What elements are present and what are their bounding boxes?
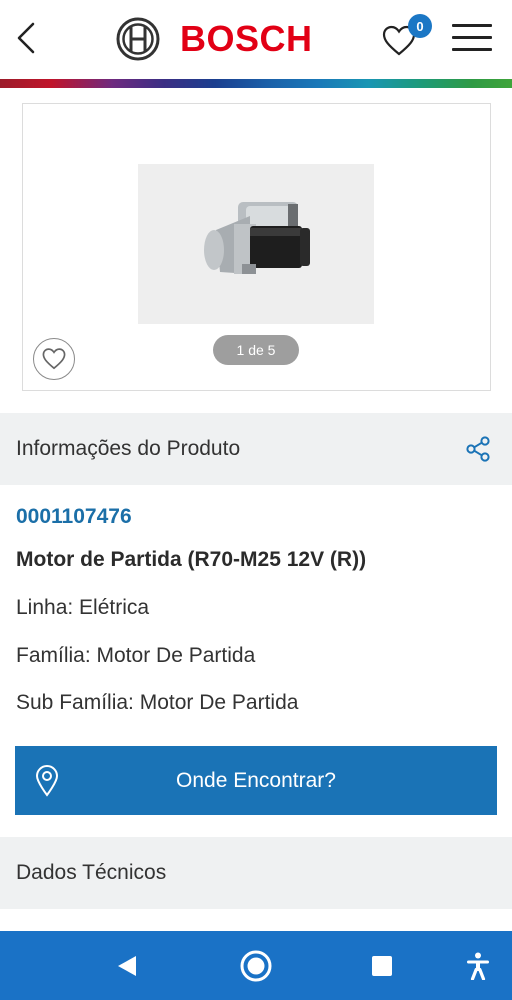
product-code: 0001107476 bbox=[16, 505, 132, 528]
product-name: Motor de Partida (R70-M25 12V (R)) bbox=[16, 548, 367, 571]
menu-line bbox=[452, 36, 492, 39]
product-image[interactable] bbox=[138, 164, 374, 324]
bosch-logo[interactable]: BOSCH bbox=[116, 16, 313, 62]
product-info-title: Informações do Produto bbox=[16, 437, 241, 460]
technical-data-title: Dados Técnicos bbox=[16, 861, 167, 884]
back-triangle-icon bbox=[118, 955, 136, 976]
chevron-left-icon bbox=[17, 22, 35, 54]
menu-line bbox=[452, 24, 492, 27]
brand-color-stripe bbox=[0, 79, 512, 88]
share-icon bbox=[466, 436, 490, 462]
share-button[interactable] bbox=[464, 435, 492, 463]
app-header: BOSCH 0 bbox=[0, 0, 512, 78]
where-to-find-button[interactable]: Onde Encontrar? bbox=[15, 746, 497, 815]
favorites-button[interactable]: 0 bbox=[382, 14, 432, 60]
accessibility-button[interactable] bbox=[458, 931, 498, 1000]
product-family: Família: Motor De Partida bbox=[16, 644, 256, 667]
bosch-armature-icon bbox=[116, 17, 160, 61]
technical-data-header[interactable]: Dados Técnicos bbox=[0, 837, 512, 909]
add-to-wishlist-button[interactable] bbox=[33, 338, 75, 380]
system-home-button[interactable] bbox=[234, 931, 278, 1000]
home-circle-icon bbox=[240, 950, 272, 981]
starter-motor-image bbox=[204, 202, 310, 274]
where-to-find-label: Onde Encontrar? bbox=[176, 768, 336, 792]
system-navigation-bar bbox=[0, 931, 512, 1000]
product-subfamily: Sub Família: Motor De Partida bbox=[16, 691, 299, 714]
recents-square-icon bbox=[372, 955, 392, 976]
image-pager-indicator: 1 de 5 bbox=[213, 335, 299, 365]
heart-outline-icon bbox=[42, 348, 66, 370]
product-info-header: Informações do Produto bbox=[0, 413, 512, 485]
location-pin-icon bbox=[35, 764, 59, 797]
accessibility-icon bbox=[467, 952, 489, 980]
menu-line bbox=[452, 48, 492, 51]
favorites-count-badge: 0 bbox=[408, 14, 432, 38]
product-gallery[interactable]: 1 de 5 bbox=[22, 103, 491, 391]
back-button[interactable] bbox=[10, 18, 42, 58]
system-back-button[interactable] bbox=[106, 931, 148, 1000]
product-line: Linha: Elétrica bbox=[16, 596, 150, 619]
menu-button[interactable] bbox=[452, 22, 494, 54]
system-recents-button[interactable] bbox=[362, 931, 402, 1000]
brand-name: BOSCH bbox=[180, 18, 313, 59]
